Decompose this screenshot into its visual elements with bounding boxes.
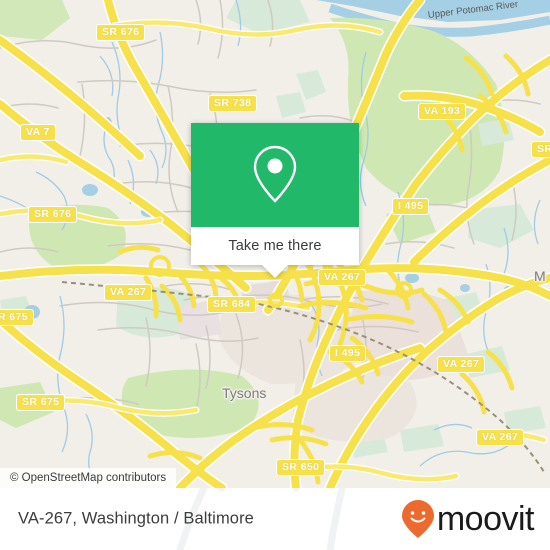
road-shield-sr-right[interactable]: SR — [531, 141, 550, 158]
card-pointer-tail — [262, 265, 288, 278]
road-shield-sr650[interactable]: SR 650 — [276, 459, 326, 476]
road-shield-va193[interactable]: VA 193 — [418, 103, 467, 120]
road-shield-sr684[interactable]: SR 684 — [207, 296, 257, 313]
moovit-map-screen: Upper Potomac River Tysons M SR 676 SR 7… — [0, 0, 550, 550]
place-label-mclean: M — [534, 268, 546, 284]
road-shield-i495-south[interactable]: I 495 — [329, 345, 367, 362]
road-shield-va267-west[interactable]: VA 267 — [104, 284, 153, 301]
destination-info-card[interactable]: Take me there — [191, 123, 359, 278]
road-shield-va267-mid[interactable]: VA 267 — [318, 269, 367, 286]
footer-bar: VA-267, Washington / Baltimore moovit — [0, 488, 550, 550]
card-image-area — [191, 123, 359, 227]
moovit-logo[interactable]: moovit — [401, 499, 535, 539]
page-title: VA-267, Washington / Baltimore — [18, 509, 254, 528]
moovit-wordmark: moovit — [436, 500, 535, 538]
road-shield-va267-se[interactable]: VA 267 — [476, 429, 525, 446]
card-action-area[interactable]: Take me there — [191, 227, 359, 265]
place-label-tysons: Tysons — [222, 385, 267, 401]
moovit-pin-icon — [401, 500, 434, 538]
road-shield-sr675-left[interactable]: R 675 — [0, 309, 35, 326]
road-shield-i495-north[interactable]: I 495 — [392, 198, 430, 215]
take-me-there-label: Take me there — [228, 238, 322, 254]
road-shield-sr676-north[interactable]: SR 676 — [96, 24, 146, 41]
map-canvas[interactable]: Upper Potomac River Tysons M SR 676 SR 7… — [0, 0, 550, 488]
road-shield-sr675[interactable]: SR 675 — [16, 394, 66, 411]
road-shield-sr676-west[interactable]: SR 676 — [28, 206, 78, 223]
location-pin-icon — [253, 145, 297, 203]
road-shield-va267-east[interactable]: VA 267 — [437, 356, 486, 373]
road-shield-sr738[interactable]: SR 738 — [208, 95, 258, 112]
road-shield-va7[interactable]: VA 7 — [20, 124, 56, 141]
map-attribution[interactable]: © OpenStreetMap contributors — [0, 468, 177, 488]
